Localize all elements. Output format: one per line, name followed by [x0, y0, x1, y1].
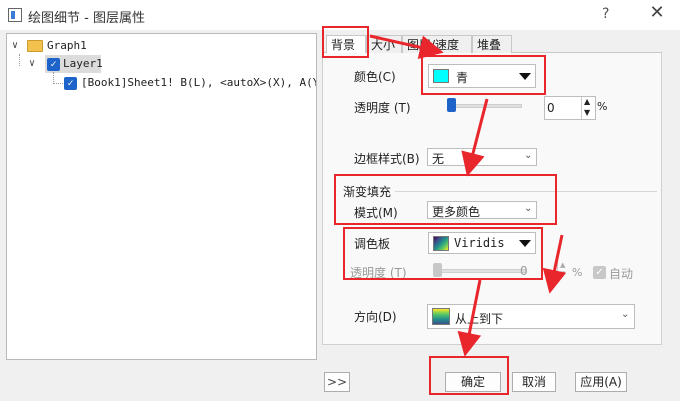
transparency-slider[interactable]	[448, 104, 522, 108]
palette-spin-buttons[interactable]: ▲ ▼	[557, 261, 572, 280]
palette-combo[interactable]: Viridis	[428, 232, 536, 254]
slider-thumb[interactable]	[447, 98, 456, 112]
dropdown-arrow-icon	[519, 240, 531, 247]
chevron-down-icon[interactable]: ∨	[29, 55, 35, 73]
tree-label-plot: [Book1]Sheet1! B(L), <autoX>(X), A(Y) [1	[81, 76, 316, 89]
palette-transparency-value: 0	[520, 264, 528, 278]
tree-item-plot[interactable]: ✓ [Book1]Sheet1! B(L), <autoX>(X), A(Y) …	[7, 74, 316, 92]
tree-label-graph: Graph1	[47, 39, 87, 52]
palette-transparency-slider[interactable]	[434, 269, 526, 273]
tree-item-graph[interactable]: ∨ Graph1	[7, 37, 307, 55]
help-button[interactable]: ?	[602, 6, 609, 22]
transparency-label: 透明度 (T)	[354, 101, 411, 115]
percent-label: %	[597, 100, 608, 113]
border-style-value: 无	[432, 152, 445, 166]
tab-layer-speed[interactable]: 图层/速度	[402, 35, 472, 53]
palette-transparency-label: 透明度 (T)	[350, 266, 407, 280]
dropdown-arrow-icon	[519, 73, 531, 80]
spin-down-icon[interactable]: ▼	[584, 108, 590, 117]
mode-value: 更多颜色	[432, 205, 481, 219]
chevron-down-icon[interactable]: ∨	[12, 37, 18, 55]
gradient-fill-header: 渐变填充	[343, 185, 392, 199]
chevron-down-icon: ⌄	[524, 203, 533, 214]
tab-stack[interactable]: 堆叠	[472, 35, 512, 53]
slider-thumb[interactable]	[433, 263, 442, 277]
auto-checkbox[interactable]: ✓	[593, 266, 606, 279]
color-value: 青	[456, 71, 469, 85]
tab-size[interactable]: 大小	[366, 35, 402, 53]
direction-swatch	[432, 308, 450, 325]
transparency-spinbox[interactable]: 0 ▲ ▼	[544, 96, 596, 120]
tree-item-layer[interactable]: ∨ ✓ Layer1	[7, 55, 307, 73]
palette-percent-label: %	[572, 266, 583, 279]
spin-up-icon[interactable]: ▲	[584, 97, 590, 106]
folder-icon	[27, 40, 43, 52]
chevron-down-icon: ⌄	[621, 309, 630, 320]
auto-label: 自动	[609, 267, 634, 281]
direction-label: 方向(D)	[354, 310, 397, 324]
mode-label: 模式(M)	[354, 206, 398, 220]
close-icon[interactable]: ✕	[646, 2, 668, 24]
layer-checkbox[interactable]: ✓	[47, 58, 60, 71]
color-swatch	[433, 69, 449, 83]
spin-up-icon[interactable]: ▲	[560, 261, 565, 269]
expand-button[interactable]: >>	[324, 372, 350, 392]
color-label: 颜色(C)	[354, 70, 396, 84]
border-style-label: 边框样式(B)	[354, 152, 420, 166]
plot-checkbox[interactable]: ✓	[64, 77, 77, 90]
border-style-combo[interactable]: 无 ⌄	[427, 148, 537, 166]
tab-background[interactable]: 背景	[326, 35, 366, 54]
layer-tree: ∨ Graph1 ∨ ✓ Layer1 ✓ [Book1]Sheet1! B(L…	[6, 33, 317, 360]
window-title: 绘图细节 - 图层属性	[28, 11, 145, 26]
apply-button[interactable]: 应用(A)	[575, 372, 627, 392]
palette-swatch	[433, 236, 449, 251]
spin-down-icon[interactable]: ▼	[560, 270, 565, 278]
direction-value: 从上到下	[455, 312, 504, 326]
chevron-down-icon: ⌄	[524, 150, 533, 161]
palette-label: 调色板	[354, 237, 391, 251]
color-combo[interactable]: 青	[428, 64, 536, 88]
direction-combo[interactable]: 从上到下 ⌄	[427, 304, 635, 329]
ok-button[interactable]: 确定	[445, 372, 501, 392]
palette-value: Viridis	[454, 236, 505, 250]
app-icon	[8, 8, 22, 22]
tree-label-layer: Layer1	[63, 57, 103, 70]
cancel-button[interactable]: 取消	[512, 372, 556, 392]
mode-combo[interactable]: 更多颜色 ⌄	[427, 201, 537, 219]
